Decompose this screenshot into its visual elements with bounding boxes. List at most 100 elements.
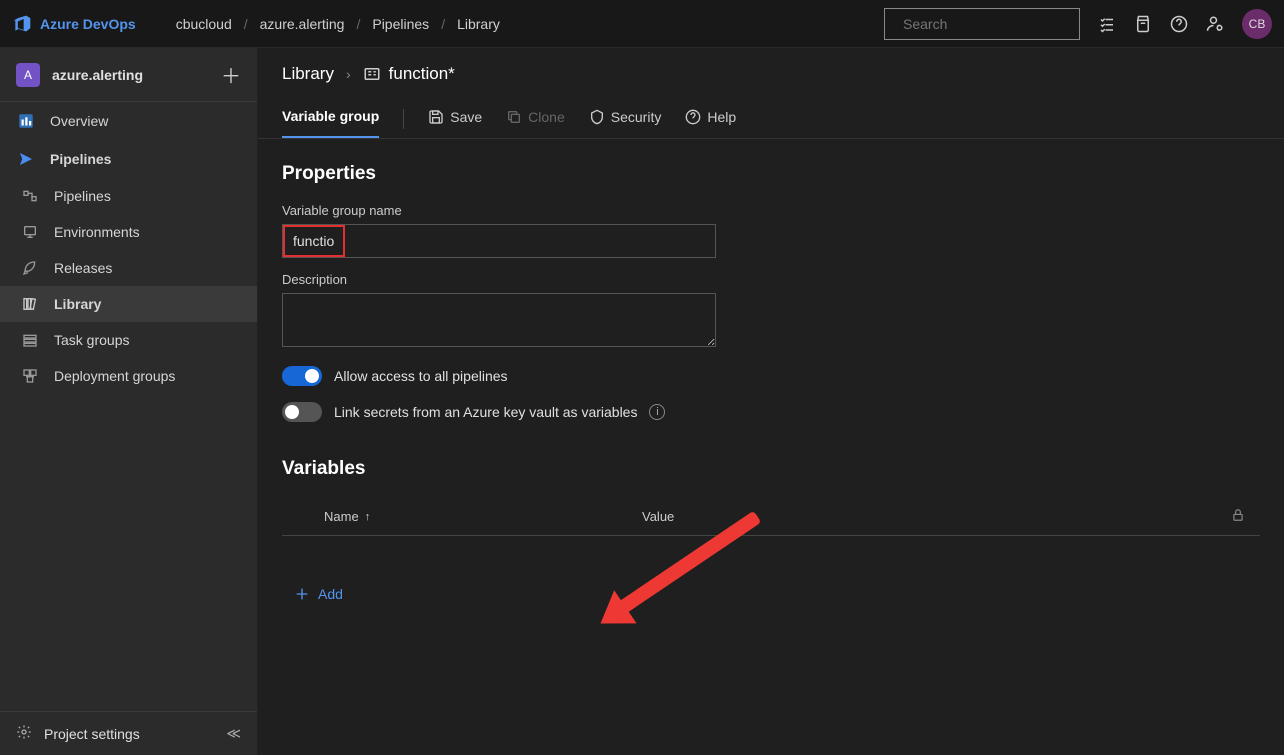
pipelines-sub-icon bbox=[20, 188, 40, 204]
add-label: Add bbox=[318, 586, 343, 602]
user-settings-icon[interactable] bbox=[1206, 15, 1224, 33]
releases-icon bbox=[20, 260, 40, 276]
avatar[interactable]: CB bbox=[1242, 9, 1272, 39]
crumb-current-label: function* bbox=[389, 64, 455, 84]
main-content: Library › function* Variable group Save … bbox=[258, 48, 1284, 755]
column-name-label: Name bbox=[324, 509, 359, 524]
variable-group-icon bbox=[363, 65, 381, 83]
breadcrumb-project[interactable]: azure.alerting bbox=[260, 16, 345, 32]
marketplace-icon[interactable] bbox=[1134, 15, 1152, 33]
library-icon bbox=[20, 296, 40, 312]
taskgroups-icon bbox=[20, 332, 40, 348]
topbar: Azure DevOps cbucloud / azure.alerting /… bbox=[0, 0, 1284, 48]
sidebar-item-overview[interactable]: Overview bbox=[0, 102, 257, 140]
variables-header-row: Name ↑ Value bbox=[282, 498, 1260, 536]
clone-label: Clone bbox=[528, 109, 565, 125]
info-icon[interactable]: i bbox=[649, 404, 665, 420]
sidebar-item-label: Task groups bbox=[54, 332, 129, 348]
name-input[interactable] bbox=[285, 227, 343, 255]
properties-heading: Properties bbox=[282, 163, 1260, 185]
sidebar-item-label: Releases bbox=[54, 260, 112, 276]
clone-button: Clone bbox=[506, 101, 565, 137]
column-name[interactable]: Name ↑ bbox=[282, 509, 642, 524]
description-input[interactable] bbox=[282, 293, 716, 347]
gear-icon bbox=[16, 724, 32, 743]
nav: Overview Pipelines Pipelines Environment… bbox=[0, 102, 257, 711]
sidebar-item-releases[interactable]: Releases bbox=[0, 250, 257, 286]
toggle-allow-access-switch[interactable] bbox=[282, 366, 322, 386]
sidebar-item-label: Pipelines bbox=[54, 188, 111, 204]
collapse-sidebar-icon[interactable]: ≪ bbox=[226, 725, 241, 742]
add-variable-button[interactable]: Add bbox=[282, 586, 1260, 602]
sidebar-item-environments[interactable]: Environments bbox=[0, 214, 257, 250]
breadcrumb-page[interactable]: Library bbox=[457, 16, 500, 32]
clone-icon bbox=[506, 109, 522, 125]
new-item-button[interactable]: ＋ bbox=[221, 60, 241, 89]
deploygroups-icon bbox=[20, 368, 40, 384]
sidebar-item-library[interactable]: Library bbox=[0, 286, 257, 322]
project-header[interactable]: A azure.alerting ＋ bbox=[0, 48, 257, 102]
breadcrumb-org[interactable]: cbucloud bbox=[176, 16, 232, 32]
help-button[interactable]: Help bbox=[685, 101, 736, 137]
variables-table: Name ↑ Value bbox=[282, 498, 1260, 536]
save-button[interactable]: Save bbox=[428, 101, 482, 137]
column-value[interactable]: Value bbox=[642, 509, 1216, 524]
plus-icon bbox=[294, 586, 310, 602]
toggle-link-keyvault: Link secrets from an Azure key vault as … bbox=[282, 402, 1260, 422]
sidebar-item-pipelines[interactable]: Pipelines bbox=[0, 140, 257, 178]
lock-icon bbox=[1231, 508, 1245, 522]
tabs-row: Variable group Save Clone Security Help bbox=[258, 92, 1284, 139]
sidebar-item-label: Library bbox=[54, 296, 101, 312]
name-input-wrapper bbox=[282, 224, 716, 258]
product-logo[interactable]: Azure DevOps bbox=[12, 14, 136, 34]
help-circle-icon bbox=[685, 109, 701, 125]
sidebar-item-label: Environments bbox=[54, 224, 140, 240]
security-button[interactable]: Security bbox=[589, 101, 662, 137]
pipelines-icon bbox=[16, 150, 36, 168]
sidebar-item-label: Pipelines bbox=[50, 151, 111, 167]
sidebar-item-label: Overview bbox=[50, 113, 108, 129]
variables-heading: Variables bbox=[282, 458, 1260, 480]
shield-icon bbox=[589, 109, 605, 125]
name-highlight bbox=[283, 225, 345, 257]
overview-icon bbox=[16, 112, 36, 130]
project-badge: A bbox=[16, 63, 40, 87]
sort-asc-icon: ↑ bbox=[365, 511, 371, 523]
save-label: Save bbox=[450, 109, 482, 125]
column-value-label: Value bbox=[642, 509, 674, 524]
help-label: Help bbox=[707, 109, 736, 125]
project-settings-label: Project settings bbox=[44, 726, 140, 742]
search-input[interactable] bbox=[903, 16, 1084, 32]
toggle-allow-access: Allow access to all pipelines bbox=[282, 366, 1260, 386]
security-label: Security bbox=[611, 109, 662, 125]
desc-label: Description bbox=[282, 272, 1260, 287]
toggle-link-keyvault-label: Link secrets from an Azure key vault as … bbox=[334, 404, 637, 420]
chevron-right-icon: › bbox=[346, 66, 351, 82]
column-lock bbox=[1216, 508, 1260, 525]
azure-devops-icon bbox=[12, 14, 32, 34]
sidebar-item-deploygroups[interactable]: Deployment groups bbox=[0, 358, 257, 394]
task-list-icon[interactable] bbox=[1098, 15, 1116, 33]
breadcrumb: cbucloud / azure.alerting / Pipelines / … bbox=[176, 16, 500, 32]
tab-variable-group[interactable]: Variable group bbox=[282, 100, 379, 138]
tabs-divider bbox=[403, 109, 404, 129]
sidebar: A azure.alerting ＋ Overview Pipelines Pi… bbox=[0, 48, 258, 755]
environments-icon bbox=[20, 224, 40, 240]
breadcrumb-sep: / bbox=[244, 16, 248, 32]
sidebar-item-label: Deployment groups bbox=[54, 368, 175, 384]
sidebar-item-taskgroups[interactable]: Task groups bbox=[0, 322, 257, 358]
toggle-link-keyvault-switch[interactable] bbox=[282, 402, 322, 422]
project-settings[interactable]: Project settings ≪ bbox=[0, 711, 257, 755]
crumb-current: function* bbox=[363, 64, 455, 84]
save-icon bbox=[428, 109, 444, 125]
sidebar-item-pipelines-sub[interactable]: Pipelines bbox=[0, 178, 257, 214]
help-icon[interactable] bbox=[1170, 15, 1188, 33]
crumb-library[interactable]: Library bbox=[282, 64, 334, 84]
toggle-allow-access-label: Allow access to all pipelines bbox=[334, 368, 508, 384]
breadcrumb-sep: / bbox=[356, 16, 360, 32]
breadcrumb-sep: / bbox=[441, 16, 445, 32]
page-breadcrumb: Library › function* bbox=[258, 48, 1284, 92]
global-search[interactable] bbox=[884, 8, 1080, 40]
breadcrumb-section[interactable]: Pipelines bbox=[372, 16, 429, 32]
project-name: azure.alerting bbox=[52, 67, 209, 83]
